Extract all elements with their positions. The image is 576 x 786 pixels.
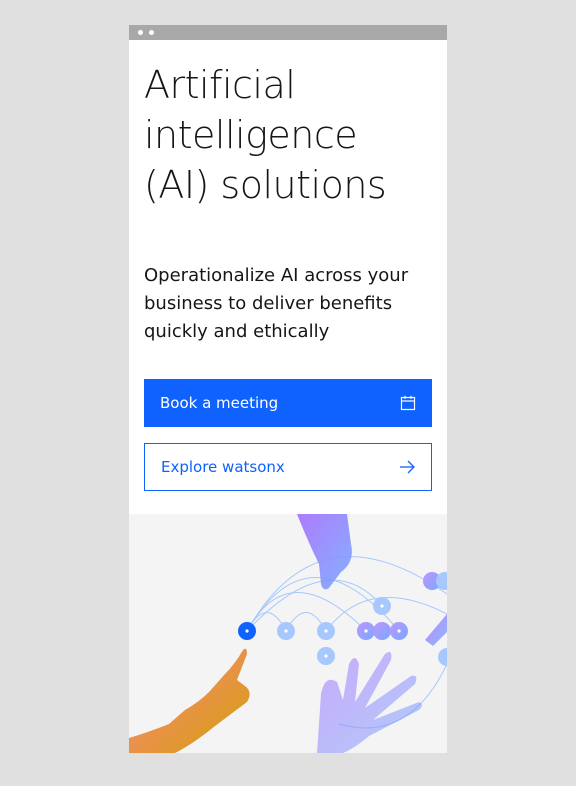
book-meeting-label: Book a meeting — [160, 394, 279, 412]
arrow-right-icon — [399, 459, 415, 475]
window-dot-icon — [149, 30, 154, 35]
window-title-bar — [129, 25, 447, 40]
page-subtitle: Operationalize AI across your business t… — [144, 265, 409, 342]
book-meeting-button[interactable]: Book a meeting — [144, 379, 432, 427]
explore-watsonx-label: Explore watsonx — [161, 458, 285, 476]
hero-section: Artificial intelligence (AI) solutions O… — [129, 60, 447, 491]
window-dot-icon — [138, 30, 143, 35]
page-title: Artificial intelligence (AI) solutions — [144, 63, 387, 207]
calendar-icon — [400, 395, 416, 411]
explore-watsonx-button[interactable]: Explore watsonx — [144, 443, 432, 491]
browser-frame: Artificial intelligence (AI) solutions O… — [129, 25, 447, 753]
ai-illustration — [129, 514, 447, 753]
